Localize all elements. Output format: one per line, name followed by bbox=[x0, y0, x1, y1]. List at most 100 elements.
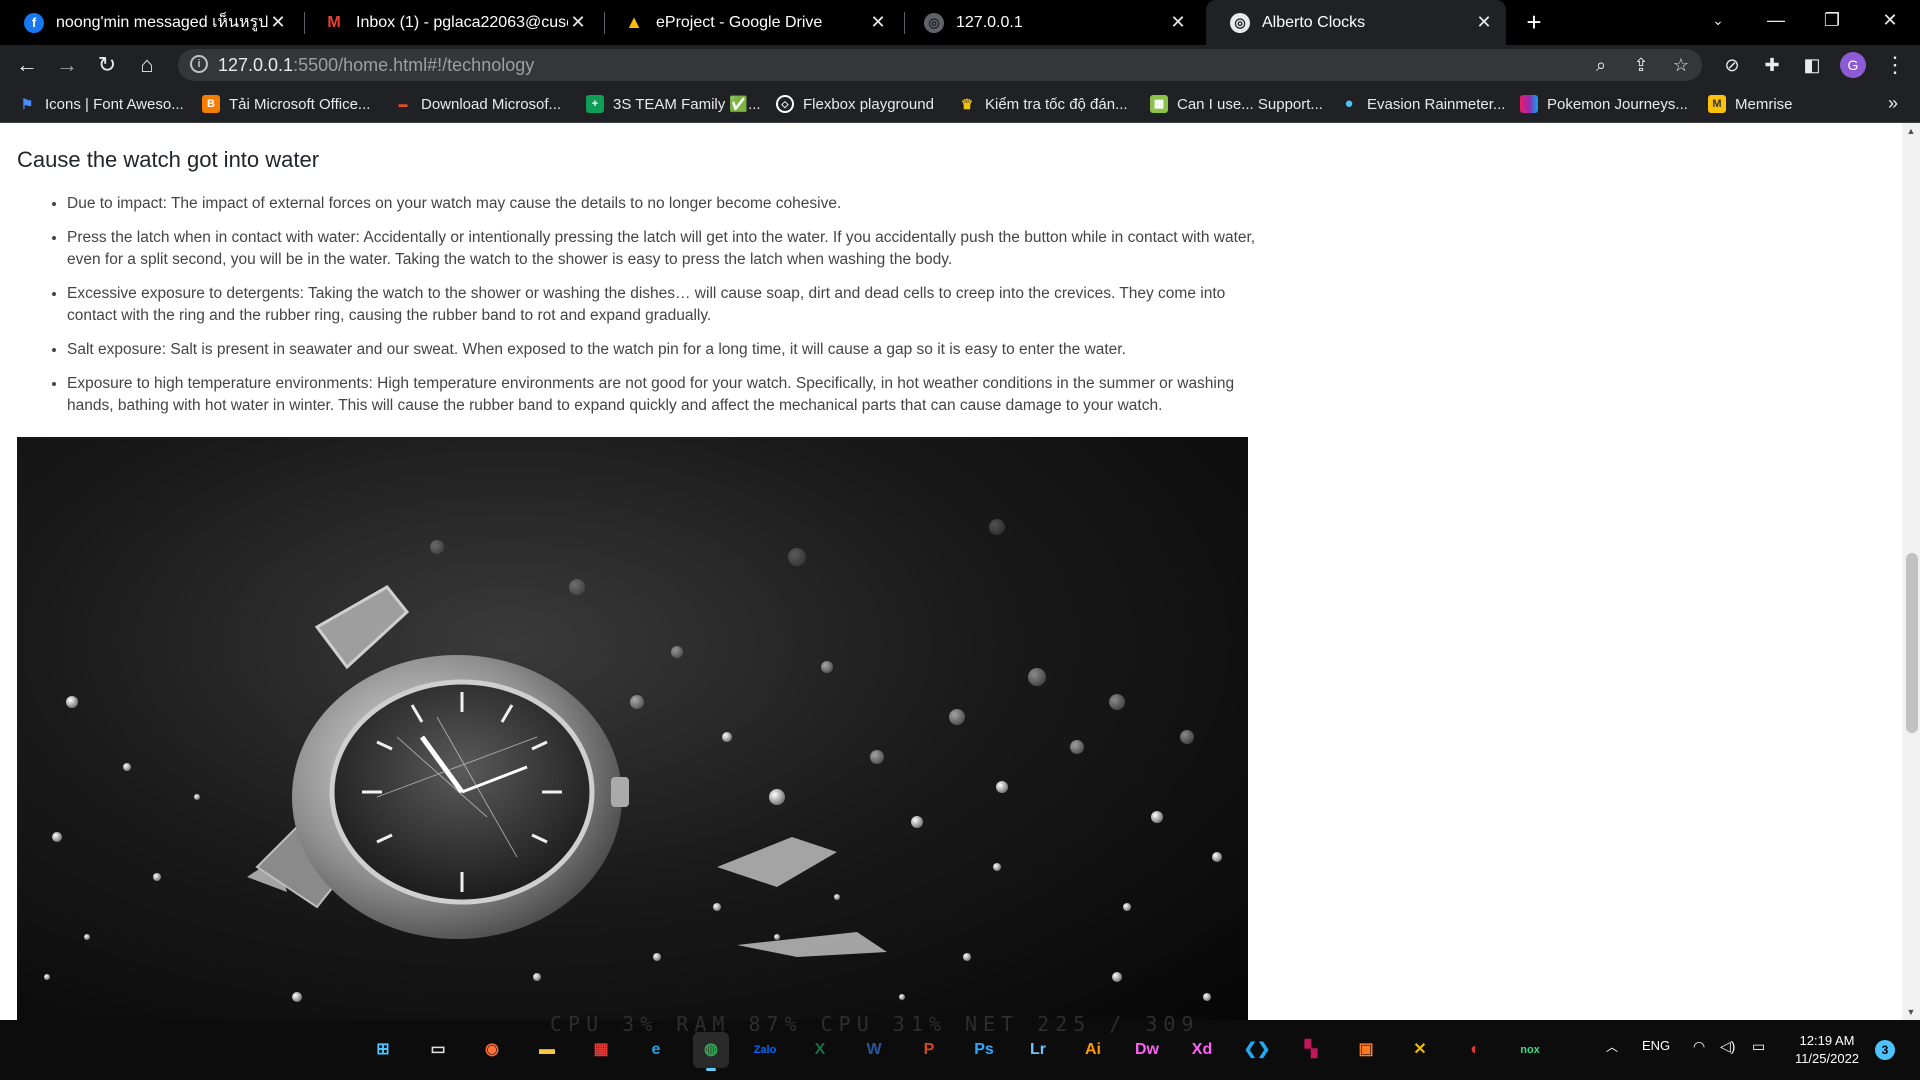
side-panel-icon[interactable]: ◧ bbox=[1797, 50, 1827, 80]
forward-button[interactable]: → bbox=[52, 50, 82, 80]
wifi-icon[interactable]: ◠ bbox=[1693, 1038, 1705, 1055]
water-droplets bbox=[44, 519, 1222, 1002]
sheets-icon: + bbox=[586, 95, 604, 113]
zalo-icon[interactable]: Zalo bbox=[747, 1032, 783, 1068]
tab-localhost[interactable]: ◎ 127.0.0.1 ✕ bbox=[900, 0, 1200, 45]
bookmark-pokemon-journeys[interactable]: Pokemon Journeys... bbox=[1520, 85, 1688, 123]
bookmark-memrise[interactable]: M Memrise bbox=[1708, 85, 1793, 123]
tab-google-drive[interactable]: ▲ eProject - Google Drive ✕ bbox=[600, 0, 900, 45]
illustrator-icon[interactable]: Ai bbox=[1075, 1032, 1111, 1068]
xampp-icon[interactable]: ▣ bbox=[1348, 1032, 1384, 1068]
medal-icon: ♛ bbox=[960, 96, 974, 112]
tab-title: eProject - Google Drive bbox=[656, 13, 823, 31]
bookmark-microsoft-office[interactable]: B Tải Microsoft Office... bbox=[202, 85, 370, 123]
bookmark-evasion-rainmeter[interactable]: ● Evasion Rainmeter... bbox=[1340, 85, 1505, 123]
zoom-icon[interactable]: ⌕ bbox=[1588, 52, 1614, 78]
xd-icon[interactable]: Xd bbox=[1184, 1032, 1220, 1068]
list-item: Excessive exposure to detergents: Taking… bbox=[67, 283, 1257, 327]
wet-watch-photo bbox=[17, 437, 1248, 1020]
bookmark-label: Memrise bbox=[1735, 95, 1793, 113]
winrar-icon[interactable]: ▚ bbox=[1293, 1032, 1329, 1068]
vscode-icon[interactable]: ❮❯ bbox=[1239, 1032, 1275, 1068]
extensions-puzzle-icon[interactable]: ✚ bbox=[1757, 50, 1787, 80]
page-scrollbar[interactable]: ▲ ▼ bbox=[1902, 123, 1920, 1020]
lightroom-icon[interactable]: Lr bbox=[1020, 1032, 1056, 1068]
section-heading: Cause the watch got into water bbox=[17, 147, 320, 172]
tab-facebook[interactable]: f noong'min messaged เห็นหรูประเทศ ✕ bbox=[0, 0, 300, 45]
excel-icon[interactable]: X bbox=[802, 1032, 838, 1068]
minimize-button[interactable]: — bbox=[1748, 0, 1804, 45]
system-clock[interactable]: 12:19 AM 11/25/2022 bbox=[1782, 1032, 1872, 1068]
tab-search-icon[interactable]: ⌄ bbox=[1690, 0, 1746, 45]
windows-start-icon[interactable]: ⊞ bbox=[365, 1032, 401, 1068]
unity-hub-icon[interactable]: ✕ bbox=[1402, 1032, 1438, 1068]
home-button[interactable]: ⌂ bbox=[132, 50, 162, 80]
bookmark-label: Can I use... Support... bbox=[1177, 95, 1323, 113]
bookmark-font-awesome[interactable]: ⚑ Icons | Font Aweso... bbox=[18, 85, 184, 123]
close-window-button[interactable]: ✕ bbox=[1862, 0, 1918, 45]
close-tab-icon[interactable]: ✕ bbox=[568, 12, 588, 33]
battery-icon[interactable]: ▭ bbox=[1752, 1038, 1765, 1055]
address-bar[interactable]: i 127.0.0.1:5500/home.html#!/technology … bbox=[178, 49, 1702, 81]
calendar-app-icon[interactable]: ▦ bbox=[583, 1032, 619, 1068]
gmail-icon: M bbox=[327, 13, 341, 31]
close-tab-icon[interactable]: ✕ bbox=[268, 12, 288, 33]
tab-alberto-clocks[interactable]: ◎ Alberto Clocks ✕ bbox=[1206, 0, 1506, 45]
clock-time: 12:19 AM bbox=[1799, 1033, 1855, 1048]
tab-title: Alberto Clocks bbox=[1262, 13, 1366, 31]
nox-icon[interactable]: nox bbox=[1512, 1032, 1548, 1068]
task-view-icon[interactable]: ▭ bbox=[420, 1032, 456, 1068]
firefox-icon[interactable]: ◉ bbox=[474, 1032, 510, 1068]
scroll-down-arrow-icon[interactable]: ▼ bbox=[1902, 1004, 1920, 1020]
more-bookmarks-icon[interactable]: » bbox=[1888, 93, 1898, 114]
garena-icon[interactable]: ◐ bbox=[1457, 1032, 1493, 1068]
chrome-icon[interactable]: ◍ bbox=[693, 1032, 729, 1071]
list-item: Due to impact: The impact of external fo… bbox=[67, 193, 1257, 215]
extension-compass-icon[interactable]: ⊘ bbox=[1717, 50, 1747, 80]
volume-icon[interactable]: ◁) bbox=[1720, 1038, 1735, 1055]
file-explorer-icon[interactable]: ▬ bbox=[529, 1032, 565, 1068]
watch-illustration bbox=[44, 519, 1222, 1002]
close-tab-icon[interactable]: ✕ bbox=[868, 12, 888, 33]
dreamweaver-icon[interactable]: Dw bbox=[1129, 1032, 1165, 1068]
bookmark-flexbox-playground[interactable]: ◇ Flexbox playground bbox=[776, 85, 934, 123]
tab-title: Inbox (1) - pglaca22063@cusc.ctu.edu.vn bbox=[356, 13, 568, 31]
bookmark-star-icon[interactable]: ☆ bbox=[1668, 52, 1694, 78]
close-tab-icon[interactable]: ✕ bbox=[1168, 12, 1188, 33]
reload-button[interactable]: ↻ bbox=[92, 50, 122, 80]
notification-badge[interactable]: 3 bbox=[1875, 1040, 1895, 1060]
google-drive-icon: ▲ bbox=[625, 12, 643, 32]
windows-taskbar: CPU 3% RAM 87% CPU 31% NET 225 / 309 ⊞ ▭ ◉… bbox=[0, 1012, 1920, 1080]
word-icon[interactable]: W bbox=[856, 1032, 892, 1068]
bookmark-download-microsoft[interactable]: ▬ Download Microsof... bbox=[394, 85, 562, 123]
tab-gmail[interactable]: M Inbox (1) - pglaca22063@cusc.ctu.edu.v… bbox=[300, 0, 600, 45]
bookmark-label: Tải Microsoft Office... bbox=[229, 95, 371, 113]
list-item: Press the latch when in contact with wat… bbox=[67, 227, 1257, 271]
bookmark-label: Pokemon Journeys... bbox=[1547, 95, 1688, 113]
list-item: Salt exposure: Salt is present in seawat… bbox=[67, 339, 1257, 361]
restore-button[interactable]: ❐ bbox=[1804, 0, 1860, 45]
photoshop-icon[interactable]: Ps bbox=[966, 1032, 1002, 1068]
profile-avatar[interactable]: G bbox=[1840, 52, 1866, 78]
back-button[interactable]: ← bbox=[12, 50, 42, 80]
bookmark-3s-team[interactable]: +3S TEAM Family ✅... bbox=[586, 85, 761, 123]
bookmarks-bar: ⚑ Icons | Font Aweso... B Tải Microsoft Of… bbox=[0, 85, 1920, 123]
close-tab-icon[interactable]: ✕ bbox=[1474, 12, 1494, 33]
bookmark-speed-test[interactable]: ♛ Kiểm tra tốc độ đán... bbox=[958, 85, 1128, 123]
show-hidden-icons-icon[interactable]: ︿ bbox=[1606, 1038, 1618, 1055]
bookmark-label: 3S TEAM Family ✅... bbox=[613, 96, 761, 113]
bookmark-can-i-use[interactable]: ▦ Can I use... Support... bbox=[1150, 85, 1323, 123]
facebook-icon: f bbox=[24, 12, 44, 33]
new-tab-button[interactable]: + bbox=[1519, 7, 1549, 37]
share-icon[interactable]: ⇪ bbox=[1628, 52, 1654, 78]
language-indicator[interactable]: ENG bbox=[1642, 1038, 1670, 1053]
url-text[interactable]: 127.0.0.1:5500/home.html#!/technology bbox=[218, 55, 534, 76]
caniuse-icon: ▦ bbox=[1150, 95, 1168, 113]
scroll-up-arrow-icon[interactable]: ▲ bbox=[1902, 123, 1920, 139]
powerpoint-icon[interactable]: P bbox=[911, 1032, 947, 1068]
causes-list: Due to impact: The impact of external fo… bbox=[17, 193, 1257, 429]
site-info-icon[interactable]: i bbox=[190, 55, 208, 73]
scrollbar-thumb[interactable] bbox=[1906, 553, 1918, 733]
edge-icon[interactable]: e bbox=[638, 1032, 674, 1068]
menu-kebab-icon[interactable]: ⋮ bbox=[1880, 50, 1910, 80]
